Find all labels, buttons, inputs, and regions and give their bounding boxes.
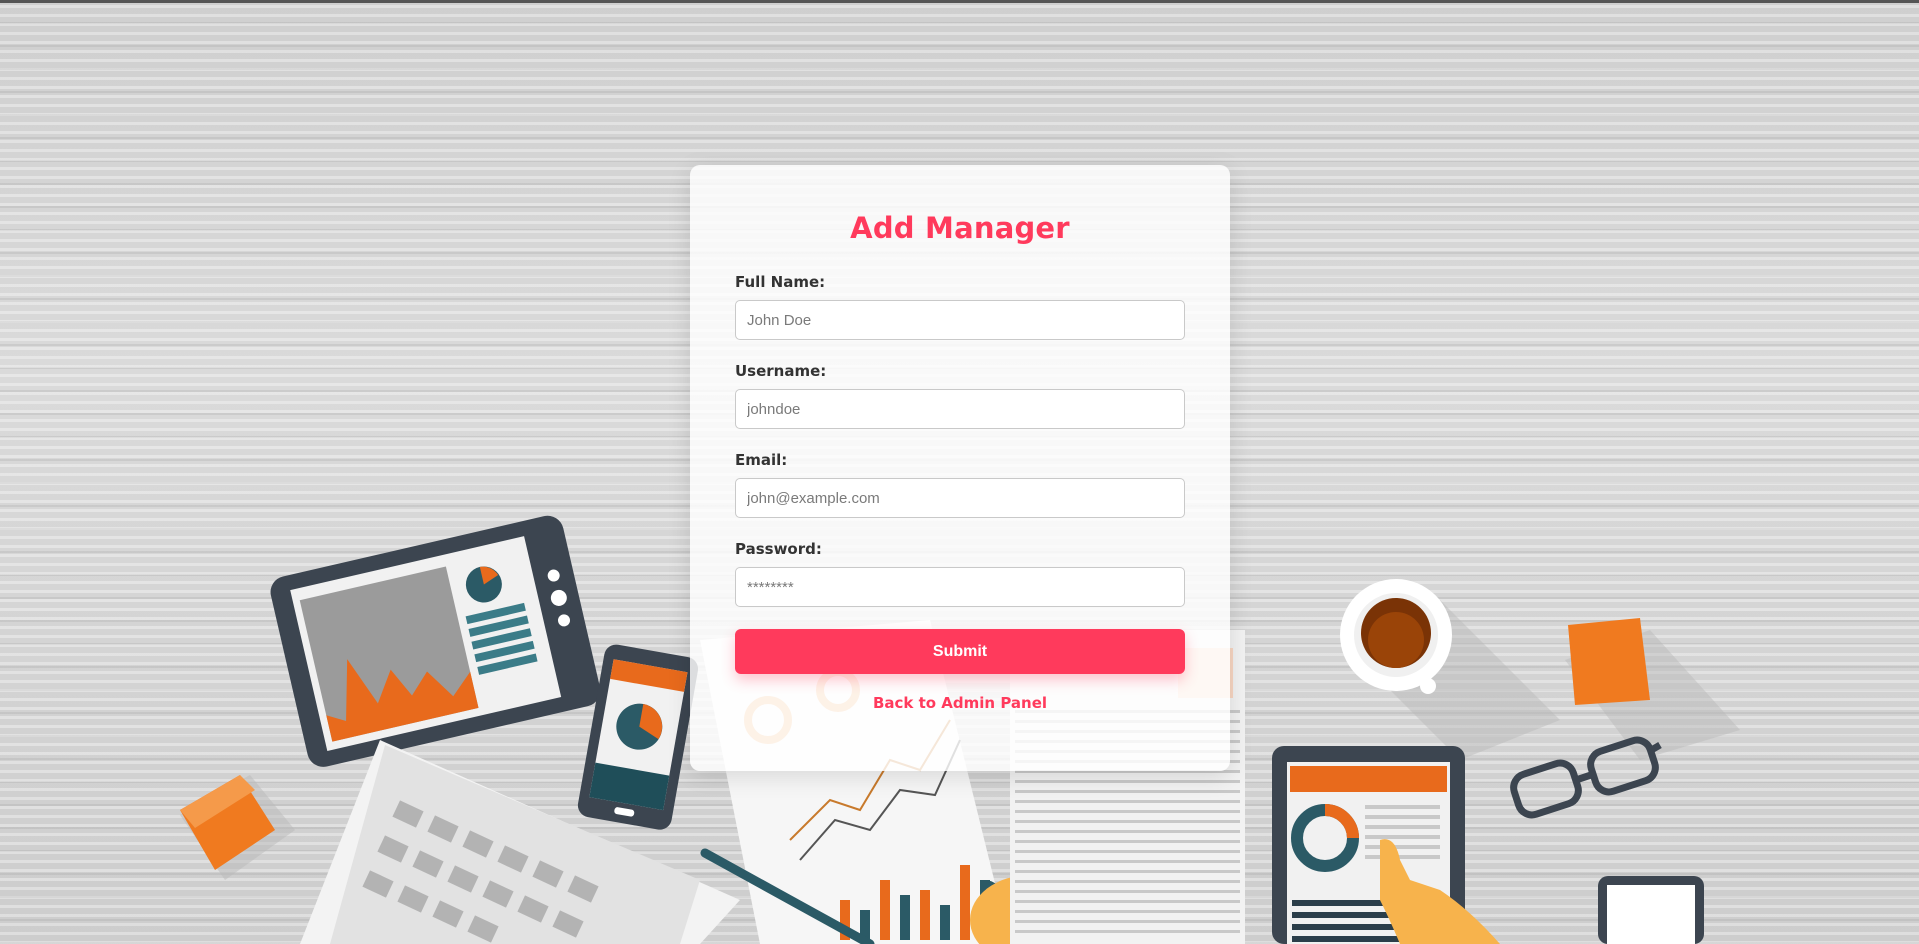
back-to-admin-panel-link[interactable]: Back to Admin Panel <box>735 694 1185 712</box>
email-field-group: Email: <box>735 451 1185 518</box>
email-label: Email: <box>735 451 788 469</box>
coffee-cup-illustration <box>1340 579 1560 760</box>
password-input[interactable] <box>735 567 1185 607</box>
password-field-group: Password: <box>735 540 1185 607</box>
username-field-group: Username: <box>735 362 1185 429</box>
orange-cube-right <box>1565 618 1740 760</box>
username-input[interactable] <box>735 389 1185 429</box>
full-name-input[interactable] <box>735 300 1185 340</box>
page-title: Add Manager <box>850 211 1070 245</box>
password-label: Password: <box>735 540 822 558</box>
full-name-label: Full Name: <box>735 273 826 291</box>
tablet-illustration-right <box>1272 746 1500 944</box>
add-manager-card: Add Manager Full Name: Username: Email: … <box>690 165 1230 771</box>
orange-cube-left <box>180 775 295 880</box>
username-label: Username: <box>735 362 827 380</box>
submit-button[interactable]: Submit <box>735 629 1185 674</box>
email-input[interactable] <box>735 478 1185 518</box>
tablet-illustration <box>270 515 601 767</box>
phone-illustration-right <box>1598 876 1704 944</box>
full-name-field-group: Full Name: <box>735 273 1185 340</box>
